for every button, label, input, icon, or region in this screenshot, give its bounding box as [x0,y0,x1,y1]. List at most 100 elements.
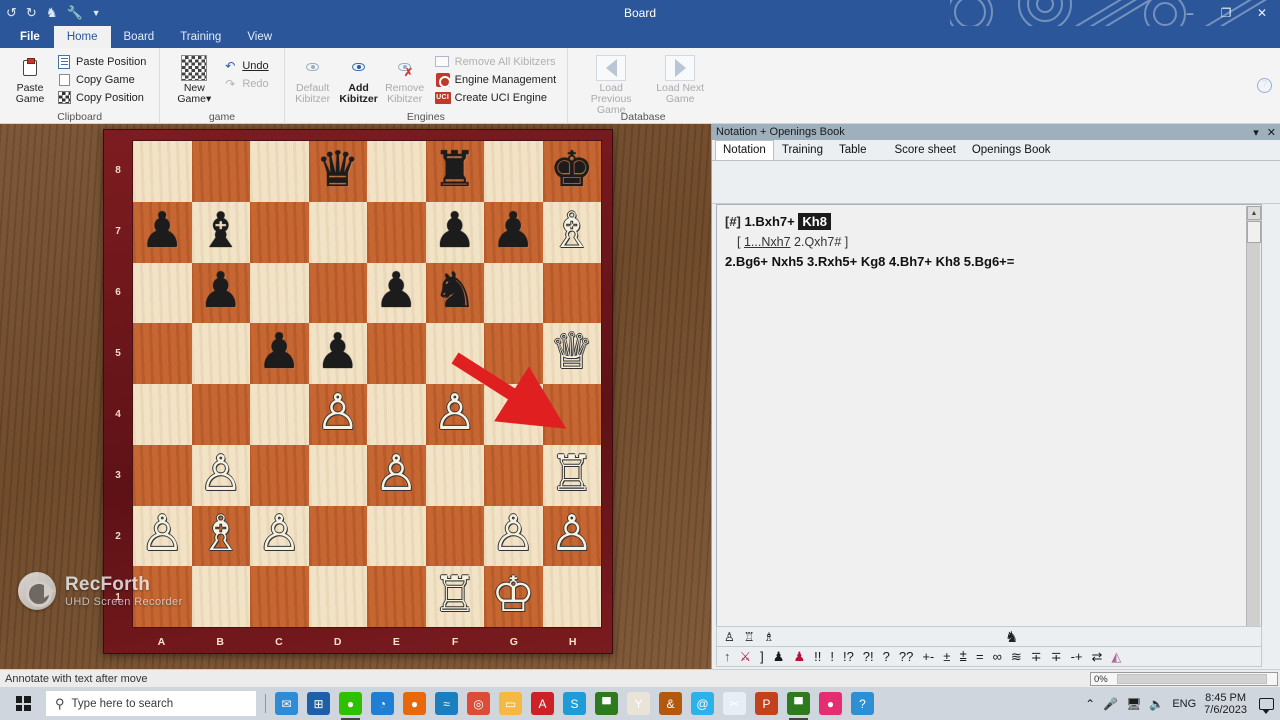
file-explorer-icon[interactable]: ▭ [499,692,522,715]
square-f6[interactable]: ♞ [425,262,484,324]
eraser-icon[interactable]: ◭ [1111,649,1121,665]
square-e4[interactable] [367,384,426,445]
square-e5[interactable] [367,323,426,384]
paste-position-button[interactable]: Paste Position [54,53,151,70]
piece-p[interactable]: ♟ [433,206,477,255]
create-uci-engine-button[interactable]: UCI Create UCI Engine [433,89,562,106]
square-a5[interactable] [133,323,192,384]
square-b5[interactable] [191,323,250,384]
tab-score-sheet[interactable]: Score sheet [886,140,963,160]
square-f4[interactable]: ♙ [425,384,484,445]
square-b3[interactable]: ♙ [191,444,250,506]
piece-p[interactable]: ♟ [257,327,301,376]
add-kibitzer-button[interactable]: Add Kibitzer [337,51,381,105]
square-e6[interactable]: ♟ [367,262,426,324]
symbol-black-pawn[interactable]: ♟ [773,649,785,665]
square-d5[interactable]: ♟ [308,323,367,384]
adobe-acrobat-icon[interactable]: A [531,692,554,715]
square-f1[interactable]: ♖ [425,566,484,627]
square-e2[interactable] [367,505,426,567]
square-f7[interactable]: ♟ [425,201,484,263]
language-indicator[interactable]: ENG [1172,698,1196,710]
notation-move-list[interactable]: [#] 1.Bxh7+ Kh8 [ 1...Nxh7 2.Qxh7# ] 2.B… [716,204,1262,664]
symbol-double-excl[interactable]: !! [814,649,821,664]
google-chrome-icon[interactable]: ◎ [467,692,490,715]
piece-r[interactable]: ♜ [433,145,477,194]
square-e8[interactable] [367,141,426,202]
symbol-slight-white[interactable]: ⩲ [959,649,967,665]
square-g2[interactable]: ♙ [484,505,543,567]
piece-q[interactable]: ♛ [316,145,360,194]
redo-button[interactable]: ↷ Redo [220,75,273,92]
snip-tool-icon[interactable]: ✂ [723,692,746,715]
recforth-recorder-icon[interactable]: ● [819,692,842,715]
microphone-icon[interactable]: 🎤 [1103,697,1118,711]
square-b1[interactable] [191,566,250,627]
load-next-game-button[interactable]: Load Next Game [654,51,706,105]
notation-scrollbar[interactable]: ▲ ▼ [1246,206,1261,662]
symbol-excl-quest[interactable]: !? [843,649,854,664]
piece-B[interactable]: ♗ [199,509,243,558]
move-main-1[interactable]: 1.Bxh7+ [745,214,795,229]
window-controls[interactable]: – ❐ ✕ [1172,0,1280,26]
square-d1[interactable] [308,566,367,627]
symbol-unclear[interactable]: ∞ [993,649,1002,664]
square-d6[interactable] [308,262,367,324]
square-b8[interactable] [191,141,250,202]
square-c3[interactable] [250,444,309,506]
square-d2[interactable] [308,505,367,567]
piece-b[interactable]: ♝ [199,206,243,255]
square-g7[interactable]: ♟ [484,201,543,263]
square-g5[interactable] [484,323,543,384]
microsoft-store-icon[interactable]: ⊞ [307,692,330,715]
symbol-red-pawn[interactable]: ♟ [793,649,805,665]
piece-P[interactable]: ♙ [374,449,418,498]
remove-all-kibitzers-button[interactable]: Remove All Kibitzers [433,53,562,70]
piece-p[interactable]: ♟ [140,206,184,255]
close-button[interactable]: ✕ [1244,0,1280,26]
blue-swirl-icon[interactable]: @ [691,692,714,715]
white-bishop-icon[interactable]: ♗ [764,630,775,644]
piece-P[interactable]: ♙ [550,509,594,558]
ribbon-tab-strip[interactable]: File Home Board Training View [0,26,1280,48]
square-h7[interactable]: ♗ [542,201,601,263]
square-g3[interactable] [484,444,543,506]
load-previous-game-button[interactable]: Load Previous Game [580,51,642,116]
tab-openings-book[interactable]: Openings Book [964,140,1059,160]
square-a3[interactable] [133,444,192,506]
square-f3[interactable] [425,444,484,506]
black-knight-icon[interactable]: ♞ [1005,628,1018,646]
piece-R[interactable]: ♖ [550,449,594,498]
square-c4[interactable] [250,384,309,445]
square-b4[interactable] [191,384,250,445]
undo-button[interactable]: ↶ Undo [220,57,273,74]
tab-view[interactable]: View [234,26,285,48]
square-h1[interactable] [542,566,601,627]
minimize-button[interactable]: – [1172,0,1208,26]
scroll-thumb[interactable] [1247,221,1261,243]
wechat-icon[interactable]: ● [339,692,362,720]
square-h5[interactable]: ♕ [542,323,601,384]
volume-icon[interactable]: 🔈 [1149,697,1164,711]
piece-Q[interactable]: ♕ [550,327,594,376]
symbol-slight-black[interactable]: ∓ [1031,649,1042,665]
square-g6[interactable] [484,262,543,324]
symbol-pm[interactable]: ± [943,649,950,664]
symbol-clear-black[interactable]: ∓ [1051,649,1062,665]
tab-file[interactable]: File [6,26,54,48]
piece-P[interactable]: ♙ [433,388,477,437]
foxit-reader-icon[interactable]: ≈ [435,692,458,715]
firefox-icon[interactable]: ● [403,692,426,715]
piece-p[interactable]: ♟ [199,266,243,315]
help-icon[interactable]: ? [1257,78,1272,93]
maximize-button[interactable]: ❐ [1208,0,1244,26]
annotation-symbol-toolbar[interactable]: ↑ ⚔ ] ♟ ♟ !! ! !? ?! ? ?? +- ± ⩲ = ∞ ≋ ∓… [716,646,1262,667]
symbol-equal[interactable]: = [976,649,984,664]
square-g8[interactable] [484,141,543,202]
square-h2[interactable]: ♙ [542,505,601,567]
tab-board[interactable]: Board [111,26,168,48]
symbol-bracket[interactable]: ] [760,649,764,664]
symbol-minus-plus[interactable]: -+ [1071,649,1083,664]
symbol-quest-excl[interactable]: ?! [863,649,874,664]
windows-start-icon[interactable] [0,687,46,720]
